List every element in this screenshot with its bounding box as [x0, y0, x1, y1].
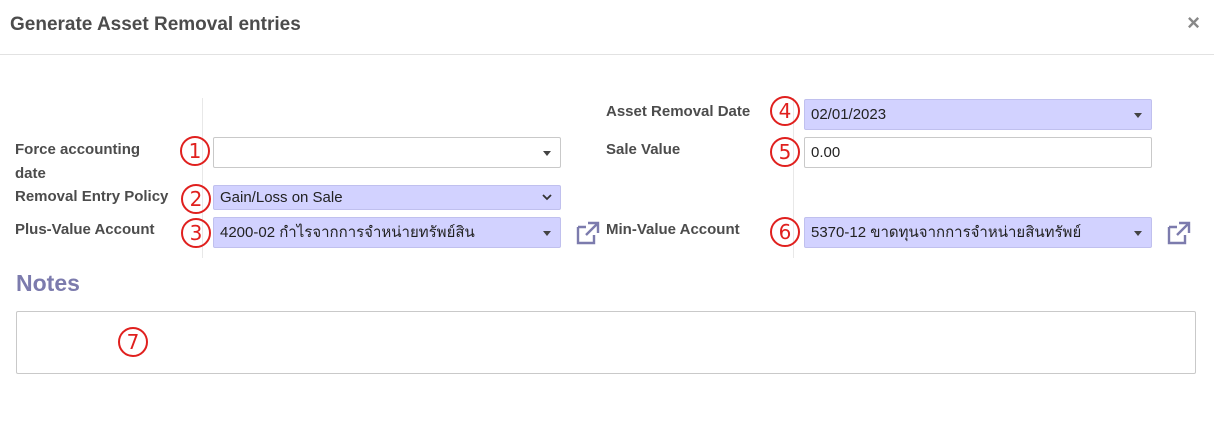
- annotation-marker-1: 1: [180, 136, 210, 166]
- min-value-account-label: Min-Value Account: [606, 221, 740, 238]
- annotation-marker-6: 6: [770, 217, 800, 247]
- caret-down-icon: [1134, 231, 1142, 236]
- dialog-title: Generate Asset Removal entries: [10, 14, 301, 35]
- min-value-account-value: 5370-12 ขาดทุนจากการจำหน่ายสินทรัพย์: [811, 224, 1082, 241]
- sale-value-label: Sale Value: [606, 141, 681, 158]
- dialog-header: Generate Asset Removal entries ×: [0, 0, 1214, 55]
- notes-field[interactable]: [16, 311, 1196, 374]
- chevron-down-icon: [542, 194, 552, 201]
- asset-removal-date-label: Asset Removal Date: [606, 103, 751, 120]
- sale-value-field[interactable]: 0.00: [804, 137, 1152, 168]
- removal-entry-policy-value: Gain/Loss on Sale: [220, 189, 343, 206]
- caret-down-icon: [543, 151, 551, 156]
- asset-removal-date-value: 02/01/2023: [811, 106, 887, 123]
- annotation-marker-3: 3: [181, 218, 211, 248]
- annotation-marker-7: 7: [118, 327, 148, 357]
- annotation-marker-5: 5: [770, 137, 800, 167]
- close-icon[interactable]: ×: [1187, 10, 1200, 36]
- plus-value-account-field[interactable]: 4200-02 กำไรจากการจำหน่ายทรัพย์สิน: [213, 217, 561, 248]
- annotation-marker-4: 4: [770, 96, 800, 126]
- caret-down-icon: [543, 231, 551, 236]
- annotation-marker-2: 2: [181, 184, 211, 214]
- removal-entry-policy-select[interactable]: Gain/Loss on Sale: [213, 185, 561, 210]
- asset-removal-date-field[interactable]: 02/01/2023: [804, 99, 1152, 130]
- min-value-account-field[interactable]: 5370-12 ขาดทุนจากการจำหน่ายสินทรัพย์: [804, 217, 1152, 248]
- external-link-icon[interactable]: [575, 220, 601, 246]
- notes-title: Notes: [16, 270, 80, 296]
- external-link-icon[interactable]: [1166, 220, 1192, 246]
- removal-entry-policy-label: Removal Entry Policy: [15, 188, 169, 205]
- sale-value-value: 0.00: [811, 144, 841, 161]
- plus-value-account-label: Plus-Value Account: [15, 221, 155, 238]
- force-accounting-date-field[interactable]: [213, 137, 561, 168]
- force-accounting-date-label: Force accounting date: [15, 141, 141, 182]
- plus-value-account-value: 4200-02 กำไรจากการจำหน่ายทรัพย์สิน: [220, 224, 475, 241]
- caret-down-icon: [1134, 113, 1142, 118]
